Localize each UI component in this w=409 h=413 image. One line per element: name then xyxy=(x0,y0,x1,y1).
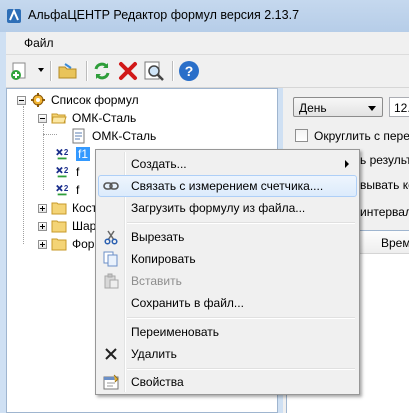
svg-text:2: 2 xyxy=(64,148,69,157)
tree-group-label: ОМК-Сталь xyxy=(72,111,137,125)
menu-bar: Файл xyxy=(6,32,409,55)
svg-text:2: 2 xyxy=(64,184,69,193)
help-icon[interactable]: ? xyxy=(177,59,201,83)
tree-line xyxy=(23,106,24,244)
collapse-icon[interactable] xyxy=(17,95,26,105)
period-select[interactable]: День xyxy=(293,97,383,117)
tree-group-3[interactable]: Шар xyxy=(38,217,96,235)
chevron-down-icon[interactable] xyxy=(38,68,44,72)
tree-group-omk[interactable]: ОМК-Сталь xyxy=(38,109,136,127)
expand-icon[interactable] xyxy=(38,203,47,213)
copy-icon xyxy=(103,251,119,267)
show-label: вывать ко xyxy=(360,178,409,192)
menu-separator xyxy=(127,368,355,369)
toolbar-separator xyxy=(172,61,173,81)
formula-icon: 2 xyxy=(55,182,71,198)
chevron-down-icon xyxy=(368,106,376,111)
folder-open-icon xyxy=(51,110,67,126)
document-icon xyxy=(71,128,87,144)
menu-separator xyxy=(127,317,355,318)
menu-item-label: Связать с измерением счетчика.... xyxy=(131,179,324,193)
tree-item-label: ОМК-Сталь xyxy=(92,129,157,143)
folder-icon xyxy=(51,200,67,216)
menu-item-save-file[interactable]: Сохранить в файл... xyxy=(98,292,357,314)
formula-list-icon xyxy=(30,92,46,108)
round-checkbox[interactable] xyxy=(295,129,308,142)
tree-group-label: Шар xyxy=(72,219,97,233)
open-folder-icon[interactable] xyxy=(56,59,80,83)
menu-item-link-meter[interactable]: Связать с измерением счетчика.... xyxy=(98,175,357,197)
menu-item-label: Сохранить в файл... xyxy=(131,296,244,310)
period-value: День xyxy=(299,101,327,115)
app-icon xyxy=(6,8,22,24)
tree-root-label: Список формул xyxy=(51,93,139,107)
svg-text:2: 2 xyxy=(64,166,69,175)
refresh-icon[interactable] xyxy=(90,59,114,83)
tree-group-label: Кост xyxy=(72,201,98,215)
tree-group-2[interactable]: Кост xyxy=(38,199,97,217)
tree-root[interactable]: Список формул xyxy=(17,91,139,109)
tree-formula-label: f xyxy=(76,183,80,197)
context-menu: Создать... Связать с измерением счетчика… xyxy=(95,149,360,395)
tree-formula-f3[interactable]: 2 f xyxy=(55,181,79,199)
menu-item-label: Создать... xyxy=(131,157,187,171)
menu-item-label: Копировать xyxy=(131,252,196,266)
toolbar-separator xyxy=(86,61,87,81)
menu-item-cut[interactable]: Вырезать xyxy=(98,226,357,248)
menu-item-create[interactable]: Создать... xyxy=(98,153,357,175)
menu-item-label: Вставить xyxy=(131,274,182,288)
properties-icon xyxy=(103,374,119,390)
tree-formula-f1[interactable]: 2 f1 xyxy=(55,145,91,163)
formula-icon: 2 xyxy=(55,164,71,180)
interval-label: интервал xyxy=(360,205,409,219)
submenu-arrow-icon xyxy=(345,160,349,168)
collapse-icon[interactable] xyxy=(38,113,47,123)
paste-icon xyxy=(103,273,119,289)
tree-group-4[interactable]: Фор xyxy=(38,235,94,253)
title-bar: АльфаЦЕНТР Редактор формул версия 2.13.7 xyxy=(0,0,409,32)
tree-formula-f2[interactable]: 2 f xyxy=(55,163,79,181)
round-label: Округлить с пере xyxy=(314,129,409,143)
window-title: АльфаЦЕНТР Редактор формул версия 2.13.7 xyxy=(28,8,300,22)
date-field[interactable]: 12.0 xyxy=(389,97,409,117)
menu-item-label: Переименовать xyxy=(131,325,219,339)
tree-group-label: Фор xyxy=(72,237,95,251)
expand-icon[interactable] xyxy=(38,221,47,231)
result-label: ь результ xyxy=(360,153,409,167)
tree-formula-label: f1 xyxy=(76,147,91,161)
menu-separator xyxy=(127,222,355,223)
link-icon xyxy=(103,178,119,194)
folder-icon xyxy=(51,218,67,234)
menu-item-label: Вырезать xyxy=(131,230,185,244)
cut-icon xyxy=(103,229,119,245)
toolbar-separator xyxy=(50,61,51,81)
formula-icon: 2 xyxy=(55,146,71,162)
menu-item-label: Удалить xyxy=(131,347,177,361)
menu-item-paste[interactable]: Вставить xyxy=(98,270,357,292)
add-icon[interactable] xyxy=(8,59,32,83)
column-time-header[interactable]: Врем xyxy=(381,236,409,250)
svg-text:?: ? xyxy=(185,63,194,79)
menu-item-label: Свойства xyxy=(131,375,184,389)
tree-item-omk[interactable]: ОМК-Сталь xyxy=(71,127,156,145)
tree-line xyxy=(43,134,57,135)
delete-icon xyxy=(103,346,119,362)
preview-icon[interactable] xyxy=(142,59,166,83)
expand-icon[interactable] xyxy=(38,239,47,249)
menu-item-properties[interactable]: Свойства xyxy=(98,371,357,393)
menu-item-load-formula[interactable]: Загрузить формулу из файла... xyxy=(98,197,357,219)
tree-formula-label: f xyxy=(76,165,80,179)
menu-item-copy[interactable]: Копировать xyxy=(98,248,357,270)
folder-icon xyxy=(51,236,67,252)
menu-item-delete[interactable]: Удалить xyxy=(98,343,357,365)
menu-file[interactable]: Файл xyxy=(24,36,54,50)
menu-item-rename[interactable]: Переименовать xyxy=(98,321,357,343)
menu-item-label: Загрузить формулу из файла... xyxy=(131,201,306,215)
toolbar: ? xyxy=(6,55,409,88)
delete-icon[interactable] xyxy=(116,59,140,83)
